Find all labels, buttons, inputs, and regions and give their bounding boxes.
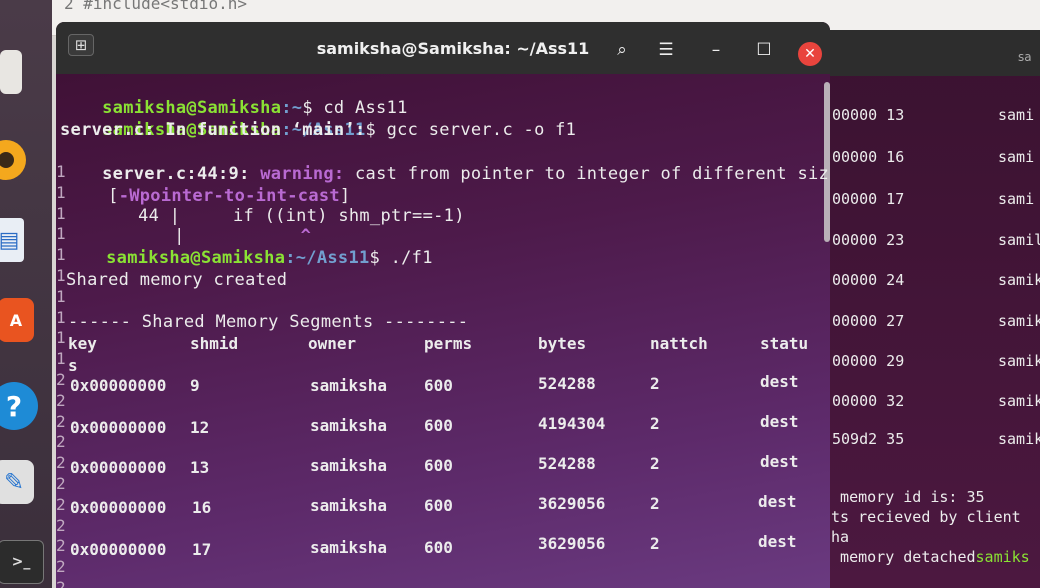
minimize-icon[interactable]: –	[704, 38, 728, 62]
table-cell-bytes: 524288	[538, 374, 596, 393]
table-cell-key: 0x00000000	[70, 540, 167, 559]
table-cell-owner: samiksha	[310, 496, 388, 515]
table-cell-perms: 600	[424, 376, 453, 395]
table-cell-bytes: 3629056	[538, 494, 606, 513]
bg-output-line: nts recieved by client	[822, 508, 1021, 526]
table-cell-key: 0x00000000	[70, 498, 167, 517]
terminal-window[interactable]: ⊞ samiksha@Samiksha: ~/Ass11 ⌕ ☰ – ☐ ✕ 1…	[56, 22, 830, 588]
table-cell-owner: samiksha	[310, 456, 388, 475]
table-cell-perms: 600	[424, 496, 453, 515]
col-header-bytes: bytes	[538, 334, 587, 353]
maximize-icon[interactable]: ☐	[752, 38, 776, 62]
table-cell-nattch: 2	[650, 534, 660, 553]
table-cell-status: dest	[760, 412, 799, 431]
close-icon[interactable]: ✕	[798, 42, 822, 66]
bg-output-line: d memory id is: 35	[822, 488, 985, 506]
terminal-line: Shared memory created	[66, 270, 288, 290]
table-cell-shmid: 17	[192, 540, 212, 559]
col-header-wrap: s	[68, 356, 78, 375]
table-cell-key: 0x00000000	[70, 458, 167, 477]
help-icon[interactable]: ?	[0, 382, 38, 430]
terminal-line: ------ Shared Memory Segments --------	[68, 312, 469, 332]
table-cell-bytes: 524288	[538, 454, 596, 473]
table-cell-key: 0x00000000	[70, 376, 167, 395]
bg-output-line: d memory detachedsamiks	[822, 548, 1030, 566]
table-cell-nattch: 2	[650, 414, 660, 433]
table-cell-shmid: 12	[190, 418, 210, 437]
bg-row: 00000 23 samil	[832, 231, 1040, 249]
table-cell-nattch: 2	[650, 454, 660, 473]
table-cell-status: dest	[758, 492, 797, 511]
rhythmbox-icon[interactable]	[0, 140, 26, 180]
bg-row: 00000 13 sami	[832, 106, 1035, 124]
editor-line: 2 #include<stdio.h>	[64, 0, 248, 13]
bg-row: 00000 16 sami	[832, 148, 1035, 166]
col-header-nattch: nattch	[650, 334, 708, 353]
table-cell-perms: 600	[424, 456, 453, 475]
files-icon[interactable]	[0, 50, 22, 94]
search-icon[interactable]: ⌕	[610, 38, 634, 62]
dock: ▤ A ? ✎ >_	[0, 0, 52, 588]
text-editor-icon[interactable]: ✎	[0, 460, 34, 504]
col-header-owner: owner	[308, 334, 357, 353]
table-cell-status: dest	[760, 372, 799, 391]
table-cell-bytes: 3629056	[538, 534, 606, 553]
table-cell-shmid: 16	[192, 498, 212, 517]
background-terminal-title: sa	[1018, 50, 1032, 64]
table-cell-shmid: 13	[190, 458, 210, 477]
table-cell-owner: samiksha	[310, 376, 388, 395]
bg-row: 00000 32samiks	[832, 392, 1040, 410]
bg-row: 509d2 35samiks	[832, 430, 1040, 448]
software-store-icon[interactable]: A	[0, 298, 34, 342]
table-cell-owner: samiksha	[310, 416, 388, 435]
table-cell-status: dest	[758, 532, 797, 551]
table-cell-shmid: 9	[190, 376, 200, 395]
table-cell-owner: samiksha	[310, 538, 388, 557]
bg-row: 00000 17 sami	[832, 190, 1035, 208]
bg-row: 00000 27 samik	[832, 312, 1040, 330]
table-cell-nattch: 2	[650, 494, 660, 513]
col-header-perms: perms	[424, 334, 473, 353]
bg-row: 00000 24 samik	[832, 271, 1040, 289]
table-cell-perms: 600	[424, 416, 453, 435]
col-header-key: key	[68, 334, 97, 353]
hamburger-menu-icon[interactable]: ☰	[654, 38, 678, 62]
terminal-line: server.c: In function ‘main’:	[60, 120, 366, 140]
table-cell-nattch: 2	[650, 374, 660, 393]
table-cell-status: dest	[760, 452, 799, 471]
line-gutter: 1 1 1 1 1 1 1 1 1 1 2 2 2 2 2 2 2 2 2 2 …	[56, 162, 66, 588]
table-cell-bytes: 4194304	[538, 414, 606, 433]
title-bar[interactable]: ⊞ samiksha@Samiksha: ~/Ass11 ⌕ ☰ – ☐ ✕	[56, 22, 830, 74]
bg-row: 00000 29 samik	[832, 352, 1040, 370]
terminal-app-icon[interactable]: >_	[0, 540, 44, 584]
writer-icon[interactable]: ▤	[0, 218, 24, 262]
col-header-status: statu	[760, 334, 809, 353]
col-header-shmid: shmid	[190, 334, 239, 353]
table-cell-perms: 600	[424, 538, 453, 557]
table-cell-key: 0x00000000	[70, 418, 167, 437]
